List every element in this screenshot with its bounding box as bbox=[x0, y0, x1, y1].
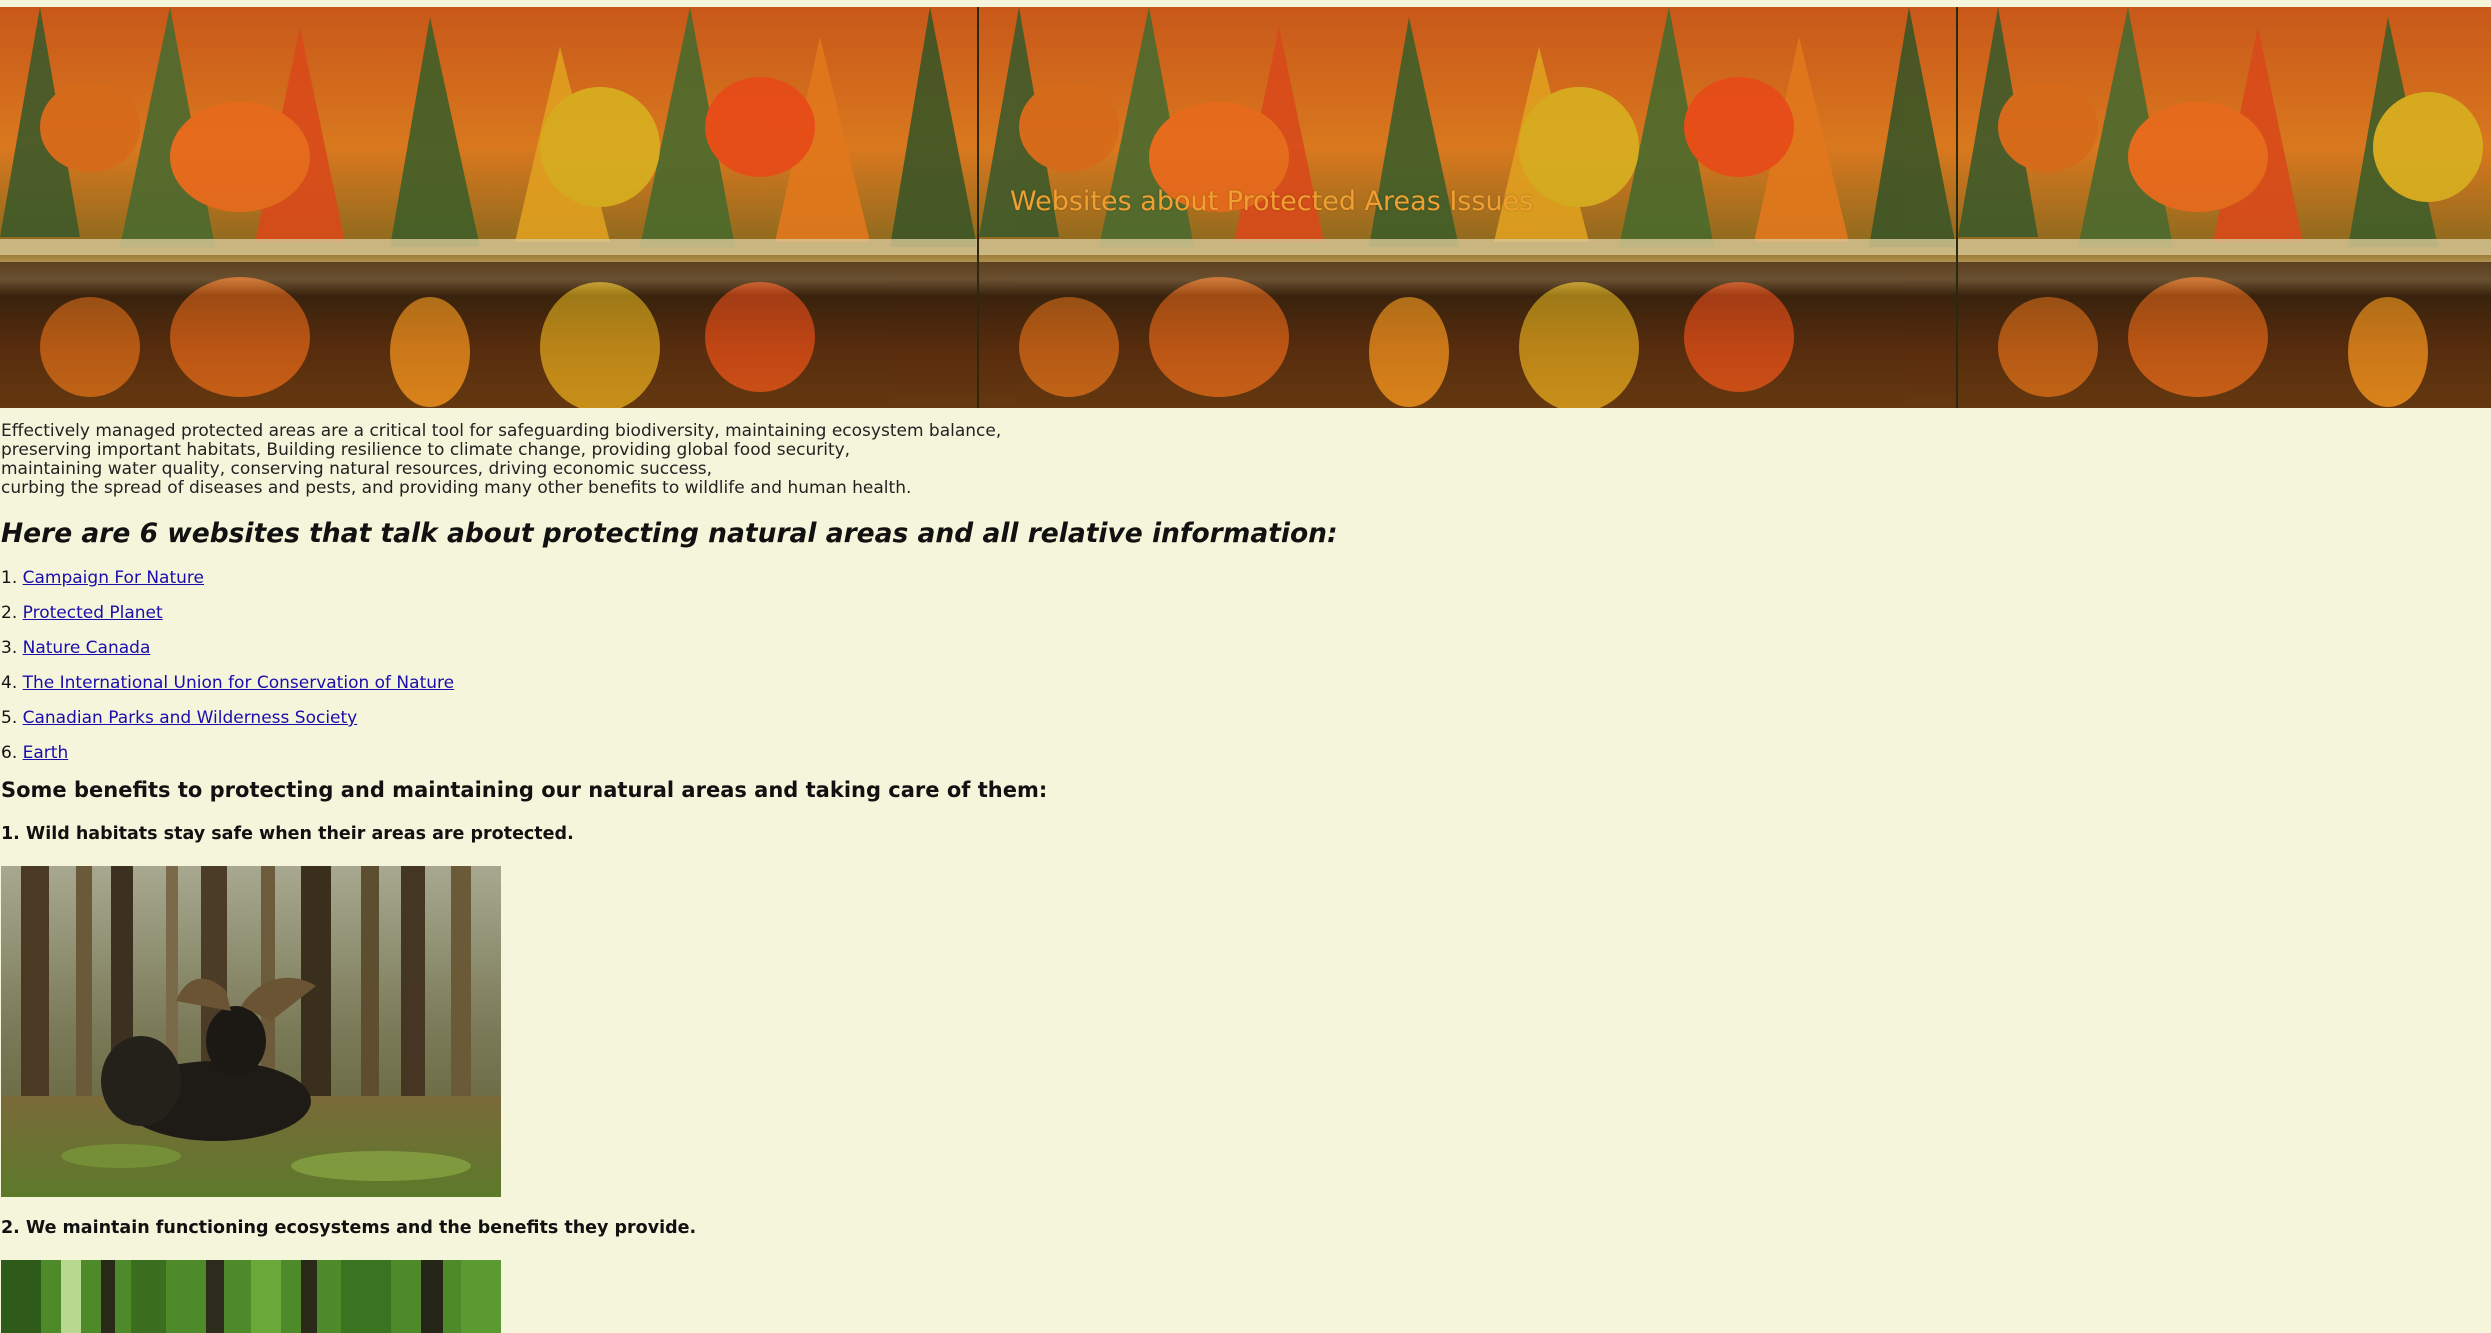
moose-image bbox=[1, 866, 501, 1197]
link-cpaws[interactable]: Canadian Parks and Wilderness Society bbox=[23, 708, 358, 728]
list-number: 3. bbox=[1, 638, 23, 658]
link-iucn[interactable]: The International Union for Conservation… bbox=[23, 673, 454, 693]
banner-image-tile bbox=[0, 7, 979, 408]
list-item: 5. Canadian Parks and Wilderness Society bbox=[1, 706, 454, 741]
intro-line: curbing the spread of diseases and pests… bbox=[1, 478, 912, 498]
forest-image bbox=[1, 1260, 501, 1333]
intro-line: Effectively managed protected areas are … bbox=[1, 421, 1002, 441]
list-number: 4. bbox=[1, 673, 23, 693]
list-number: 5. bbox=[1, 708, 23, 728]
intro-paragraph: Effectively managed protected areas are … bbox=[1, 422, 1001, 498]
banner-title: Websites about Protected Areas Issues bbox=[1010, 186, 1534, 217]
green-forest-image bbox=[1, 1260, 501, 1333]
list-item: 4. The International Union for Conservat… bbox=[1, 671, 454, 706]
benefits-heading: Some benefits to protecting and maintain… bbox=[1, 778, 1048, 802]
autumn-lake-image bbox=[1958, 7, 2491, 408]
benefit-title: 1. Wild habitats stay safe when their ar… bbox=[1, 824, 574, 844]
intro-line: maintaining water quality, conserving na… bbox=[1, 459, 713, 479]
list-number: 1. bbox=[1, 568, 23, 588]
link-campaign-for-nature[interactable]: Campaign For Nature bbox=[23, 568, 204, 588]
link-earth[interactable]: Earth bbox=[23, 743, 69, 763]
link-protected-planet[interactable]: Protected Planet bbox=[23, 603, 163, 623]
list-item: 6. Earth bbox=[1, 741, 454, 776]
list-item: 2. Protected Planet bbox=[1, 601, 454, 636]
list-item: 1. Campaign For Nature bbox=[1, 566, 454, 601]
list-number: 6. bbox=[1, 743, 23, 763]
intro-line: preserving important habitats, Building … bbox=[1, 440, 851, 460]
list-number: 2. bbox=[1, 603, 23, 623]
page: Websites about Protected Areas Issues Ef… bbox=[0, 0, 2491, 1333]
websites-list: 1. Campaign For Nature 2. Protected Plan… bbox=[1, 566, 454, 776]
benefit-title: 2. We maintain functioning ecosystems an… bbox=[1, 1218, 697, 1238]
moose-forest-image bbox=[1, 866, 501, 1197]
autumn-lake-image bbox=[0, 7, 977, 408]
banner-image-tile bbox=[1958, 7, 2491, 408]
websites-heading: Here are 6 websites that talk about prot… bbox=[1, 518, 1338, 549]
list-item: 3. Nature Canada bbox=[1, 636, 454, 671]
link-nature-canada[interactable]: Nature Canada bbox=[23, 638, 151, 658]
